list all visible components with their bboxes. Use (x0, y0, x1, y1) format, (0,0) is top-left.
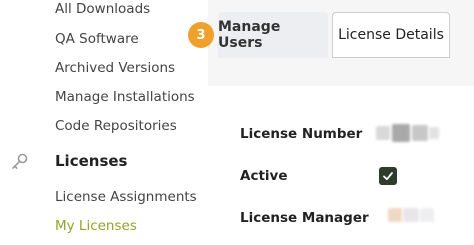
nav-section-licenses: Licenses (55, 152, 128, 170)
active-label: Active (240, 168, 288, 184)
step-badge: 3 (188, 22, 214, 48)
active-checkbox[interactable] (379, 167, 397, 185)
nav-item-all-downloads[interactable]: All Downloads (55, 1, 150, 17)
nav-item-code-repositories[interactable]: Code Repositories (55, 118, 177, 134)
nav-item-license-assignments[interactable]: License Assignments (55, 189, 197, 205)
nav-item-archived-versions[interactable]: Archived Versions (55, 60, 175, 76)
license-number-label: License Number (240, 126, 363, 142)
nav-item-manage-installations[interactable]: Manage Installations (55, 89, 195, 105)
check-icon (383, 172, 393, 181)
nav-item-my-licenses[interactable]: My Licenses (55, 218, 137, 234)
tab-license-details[interactable]: License Details (332, 12, 450, 58)
key-icon (10, 152, 30, 172)
tab-manage-users[interactable]: Manage Users (218, 12, 328, 58)
license-manager-label: License Manager (240, 210, 369, 226)
nav-item-qa-software[interactable]: QA Software (55, 31, 139, 47)
sidebar-nav: All Downloads QA Software Archived Versi… (0, 0, 208, 245)
